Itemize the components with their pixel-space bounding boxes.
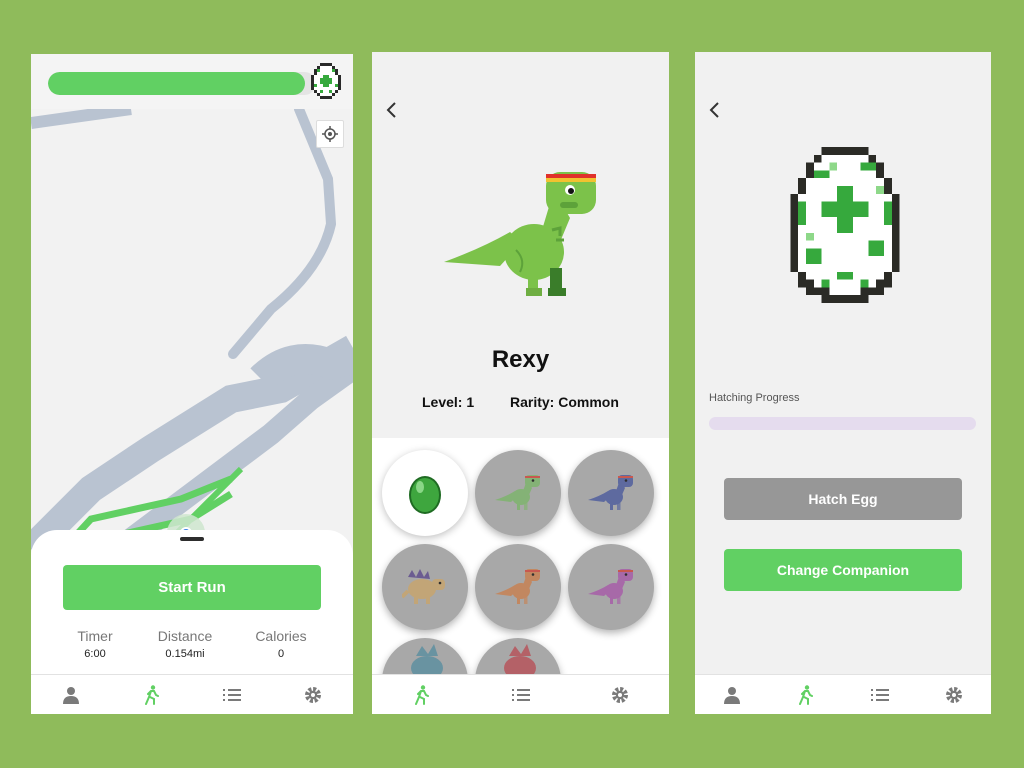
nav-run[interactable] xyxy=(786,678,826,712)
dino-rarity: Rarity: Common xyxy=(510,394,619,410)
nav-profile[interactable] xyxy=(51,678,91,712)
run-icon xyxy=(799,684,813,705)
run-sheet: Start Run Timer 6:00 Distance 0.154mi Ca… xyxy=(31,530,353,680)
egg-screen: Hatching Progress Hatch Egg Change Compa… xyxy=(695,52,991,714)
list-icon xyxy=(511,688,530,701)
locate-icon xyxy=(322,126,338,142)
start-run-button[interactable]: Start Run xyxy=(63,565,321,610)
bottom-nav xyxy=(372,674,669,714)
stat-timer: Timer 6:00 xyxy=(45,628,145,660)
nav-run[interactable] xyxy=(132,678,172,712)
dino-screen: Rexy Level: 1 Rarity: Common xyxy=(372,52,669,714)
companion-slot[interactable] xyxy=(475,450,561,536)
settings-icon xyxy=(304,686,321,703)
dino-header: Rexy Level: 1 Rarity: Common xyxy=(372,52,669,438)
change-companion-button[interactable]: Change Companion xyxy=(724,549,962,591)
stat-label: Distance xyxy=(157,628,213,644)
companion-progress-bar xyxy=(48,72,316,95)
list-icon xyxy=(871,688,889,701)
bottom-nav xyxy=(695,674,991,714)
hatching-progress-label: Hatching Progress xyxy=(709,392,800,404)
top-bar xyxy=(31,54,353,109)
nav-list[interactable] xyxy=(501,678,541,712)
hatching-progress-bar xyxy=(709,417,976,430)
dino-level: Level: 1 xyxy=(422,394,475,410)
companion-slot[interactable] xyxy=(568,450,654,536)
stat-value: 6:00 xyxy=(84,648,106,660)
egg-icon xyxy=(409,476,441,514)
companion-slot[interactable] xyxy=(475,544,561,630)
run-icon xyxy=(414,684,429,705)
stat-value: 0 xyxy=(277,648,285,660)
dino-icon xyxy=(402,569,445,604)
stat-calories: Calories 0 xyxy=(231,628,331,660)
nav-list[interactable] xyxy=(860,678,900,712)
dino-name: Rexy xyxy=(491,346,550,373)
nav-settings[interactable] xyxy=(600,678,640,712)
trex-companion-image xyxy=(444,172,596,296)
companion-slot[interactable] xyxy=(382,450,468,536)
back-arrow-icon[interactable] xyxy=(384,100,400,120)
settings-icon xyxy=(611,686,628,703)
hatch-egg-button[interactable]: Hatch Egg xyxy=(724,478,962,520)
back-arrow-icon[interactable] xyxy=(707,100,723,120)
companion-progress-fill xyxy=(48,72,306,95)
companion-slot[interactable] xyxy=(382,638,468,674)
locate-button[interactable] xyxy=(316,120,344,148)
companion-grid xyxy=(372,438,669,674)
companion-slot[interactable] xyxy=(382,544,468,630)
pixel-egg-image xyxy=(790,147,900,303)
settings-icon xyxy=(946,686,962,703)
stat-value: 0.154mi xyxy=(165,648,205,660)
nav-run[interactable] xyxy=(402,678,442,712)
bottom-nav xyxy=(31,674,353,714)
dino-icon xyxy=(504,644,536,674)
pixel-egg-icon[interactable] xyxy=(311,63,341,99)
stat-distance: Distance 0.154mi xyxy=(135,628,235,660)
sheet-handle[interactable] xyxy=(180,537,204,541)
companion-slot[interactable] xyxy=(568,544,654,630)
stat-label: Timer xyxy=(77,628,113,644)
nav-list[interactable] xyxy=(212,678,252,712)
run-screen: Start Run Timer 6:00 Distance 0.154mi Ca… xyxy=(31,54,353,714)
dino-icon xyxy=(588,475,633,510)
profile-icon xyxy=(63,686,80,704)
run-icon xyxy=(144,684,159,705)
nav-settings[interactable] xyxy=(934,678,974,712)
profile-icon xyxy=(724,686,740,704)
nav-settings[interactable] xyxy=(293,678,333,712)
list-icon xyxy=(223,688,242,701)
companion-slot[interactable] xyxy=(475,638,561,674)
dino-icon xyxy=(495,569,540,604)
dino-icon xyxy=(588,569,633,604)
stat-label: Calories xyxy=(255,628,307,644)
dino-icon xyxy=(495,475,540,510)
nav-profile[interactable] xyxy=(712,678,752,712)
dino-icon xyxy=(411,644,443,674)
